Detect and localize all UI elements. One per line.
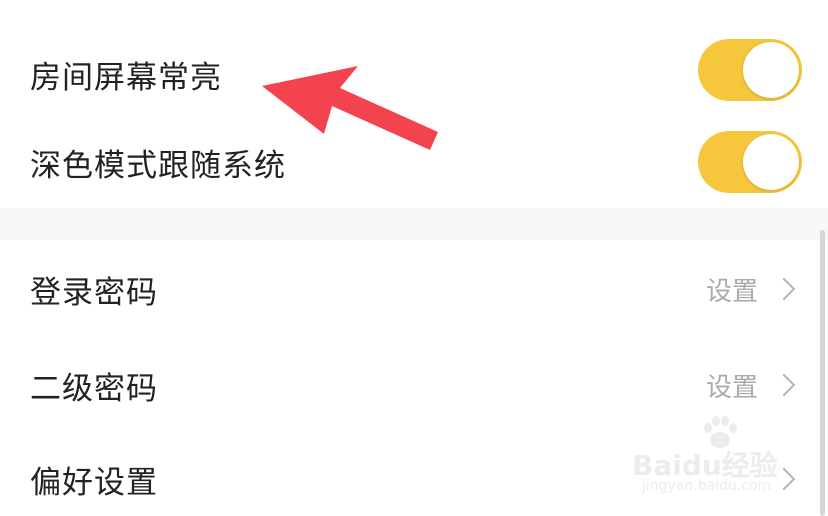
toggle-switch-screen-always-on[interactable] [698, 39, 802, 101]
security-settings-group: 登录密码 设置 二级密码 设置 偏好设置 [0, 240, 828, 516]
chevron-right-icon [772, 277, 796, 301]
setting-label-login-password: 登录密码 [30, 274, 158, 311]
setting-value-secondary-password: 设置 [705, 372, 758, 403]
chevron-right-icon [772, 467, 796, 491]
toggle-knob [743, 134, 799, 190]
scrollbar[interactable] [820, 230, 825, 516]
setting-row-secondary-password[interactable]: 二级密码 设置 [0, 338, 828, 432]
setting-value-login-password: 设置 [705, 276, 758, 307]
setting-label-secondary-password: 二级密码 [30, 370, 158, 407]
setting-label-preferences: 偏好设置 [30, 464, 158, 501]
setting-row-preferences[interactable]: 偏好设置 [0, 432, 828, 516]
setting-row-login-password[interactable]: 登录密码 设置 [0, 240, 828, 338]
chevron-right-icon [772, 373, 796, 397]
toggle-switch-dark-mode[interactable] [698, 131, 802, 193]
annotation-arrow-icon [262, 66, 438, 150]
section-divider [0, 208, 828, 240]
settings-screen: 房间屏幕常亮 深色模式跟随系统 登录密码 设置 二级密码 设置 偏好设置 Bai… [0, 0, 828, 516]
toggle-knob [743, 42, 799, 98]
